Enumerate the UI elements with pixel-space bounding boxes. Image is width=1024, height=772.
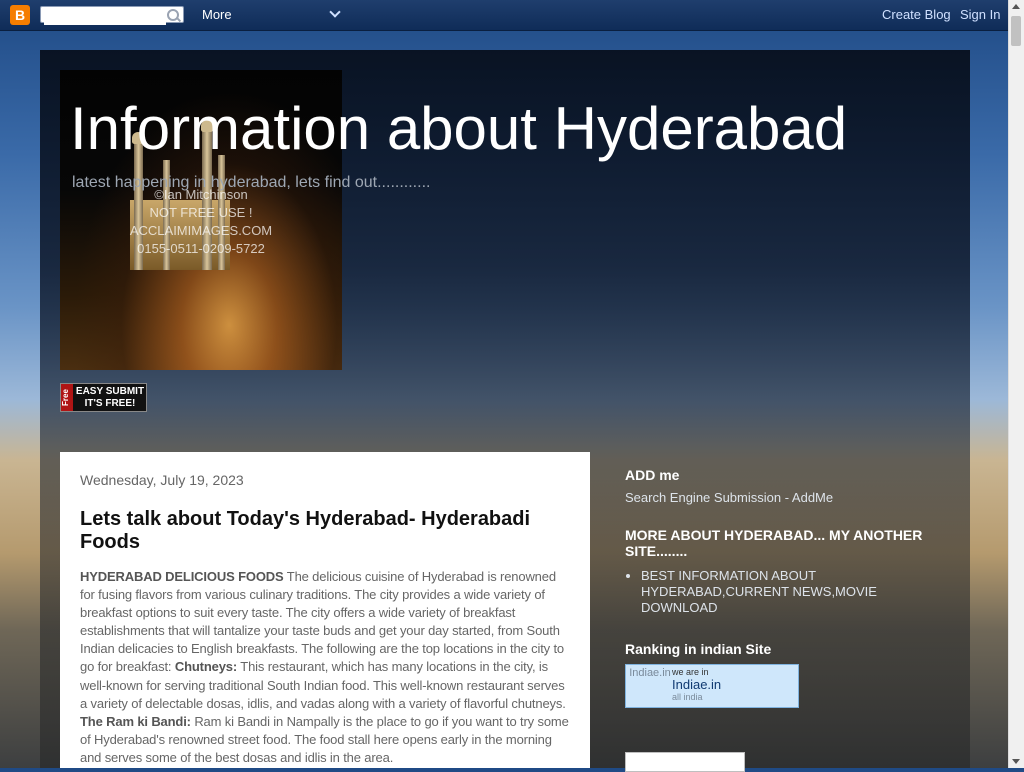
page-scrollbar[interactable] [1008, 0, 1024, 768]
easy-submit-badge[interactable]: Free EASY SUBMIT IT'S FREE! [60, 383, 147, 412]
watermark-line: ACCLAIMIMAGES.COM [129, 223, 273, 238]
add-me-heading: ADD me [625, 467, 680, 483]
indiae-ranking-widget[interactable]: Indiae.in we are in Indiae.in all india [625, 664, 799, 708]
easy-submit-line1: EASY SUBMIT [75, 386, 145, 397]
watermark-line: NOT FREE USE ! [149, 205, 253, 220]
post-body: HYDERABAD DELICIOUS FOODS The delicious … [80, 568, 570, 767]
free-label: Free [61, 384, 73, 411]
post-lead-heading: HYDERABAD DELICIOUS FOODS [80, 569, 284, 584]
rank-widget-brand: Indiae.in [672, 677, 722, 692]
chevron-down-icon[interactable] [329, 6, 341, 18]
image-watermark: ©Ian Mitchinson NOT FREE USE ! ACCLAIMIM… [60, 186, 342, 258]
navbar-search-input[interactable] [44, 9, 166, 25]
more-about-heading: MORE ABOUT HYDERABAD... MY ANOTHER SITE.… [625, 527, 923, 559]
list-item[interactable]: BEST INFORMATION ABOUT HYDERABAD,CURRENT… [641, 568, 921, 616]
post-date: Wednesday, July 19, 2023 [80, 472, 244, 488]
more-about-link[interactable]: BEST INFORMATION ABOUT HYDERABAD,CURRENT… [641, 568, 877, 615]
blog-post: Wednesday, July 19, 2023 Lets talk about… [60, 452, 590, 768]
rank-widget-line1: we are in [672, 667, 709, 677]
search-icon[interactable] [167, 9, 179, 21]
easy-submit-text: EASY SUBMIT IT'S FREE! [74, 386, 146, 410]
blog-description: latest happening in hyderabad, lets find… [72, 174, 431, 191]
blogger-navbar: B More Create Blog Sign In [0, 0, 1009, 31]
blogger-logo-icon[interactable]: B [10, 5, 30, 25]
scroll-up-arrow-icon[interactable] [1012, 4, 1020, 9]
rank-widget-sub: all india [672, 692, 703, 702]
more-menu-label[interactable]: More [202, 7, 232, 22]
scroll-down-arrow-icon[interactable] [1012, 759, 1020, 764]
navbar-search-box [40, 6, 184, 25]
post-title[interactable]: Lets talk about Today's Hyderabad- Hyder… [80, 508, 570, 554]
scrollbar-thumb[interactable] [1011, 16, 1021, 46]
easy-submit-line2: IT'S FREE! [84, 398, 136, 409]
post-item-name: Chutneys: [174, 659, 238, 675]
ranking-heading: Ranking in indian Site [625, 641, 772, 657]
broken-image-placeholder[interactable] [625, 752, 745, 772]
indiae-logo-image: Indiae.in [629, 667, 671, 679]
watermark-line: 0155-0511-0209-5722 [137, 241, 265, 256]
post-item-name: The Ram ki Bandi: [80, 713, 191, 729]
create-blog-link[interactable]: Create Blog [882, 7, 951, 22]
sign-in-link[interactable]: Sign In [960, 7, 1000, 22]
blog-title[interactable]: Information about Hyderabad [70, 94, 847, 163]
more-about-list: BEST INFORMATION ABOUT HYDERABAD,CURRENT… [625, 568, 921, 616]
addme-submission-link[interactable]: Search Engine Submission - AddMe [625, 490, 833, 505]
